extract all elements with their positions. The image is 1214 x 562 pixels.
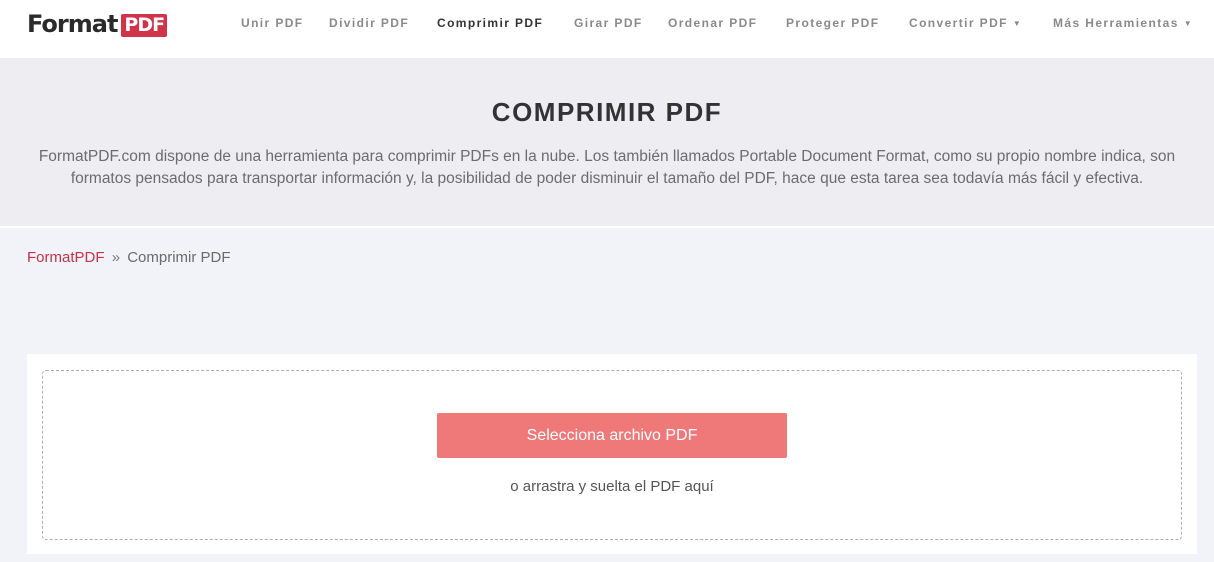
nav-comprimir-pdf[interactable]: Comprimir PDF [437, 16, 543, 32]
section-divider [0, 226, 1214, 228]
hero-section [0, 58, 1214, 226]
nav-mas-herramientas[interactable]: Más Herramientas ▼ [1053, 16, 1192, 32]
logo-word: Format [27, 10, 118, 38]
caret-down-icon: ▼ [1012, 19, 1021, 28]
caret-down-icon: ▼ [1183, 19, 1192, 28]
description-line-1: FormatPDF.com dispone de una herramienta… [38, 148, 1176, 165]
formatpdf-logo[interactable]: Format PDF [27, 10, 168, 38]
nav-convertir-pdf[interactable]: Convertir PDF ▼ [909, 16, 1021, 32]
top-navigation-bar: Format PDF Unir PDF Dividir PDF Comprimi… [0, 0, 1214, 58]
nav-ordenar-pdf[interactable]: Ordenar PDF [668, 16, 757, 32]
breadcrumb-current: Comprimir PDF [127, 249, 231, 266]
logo-pdf-badge: PDF [121, 13, 168, 37]
breadcrumb: FormatPDF » Comprimir PDF [27, 249, 231, 266]
nav-dividir-pdf[interactable]: Dividir PDF [329, 16, 409, 32]
nav-convertir-pdf-label: Convertir PDF [909, 16, 1008, 30]
description-line-2: formatos pensados para transportar infor… [70, 170, 1144, 187]
nav-mas-herramientas-label: Más Herramientas [1053, 16, 1179, 30]
nav-proteger-pdf[interactable]: Proteger PDF [786, 16, 879, 32]
select-pdf-button[interactable]: Selecciona archivo PDF [437, 413, 787, 458]
breadcrumb-separator: » [111, 249, 121, 266]
page-description: FormatPDF.com dispone de una herramienta… [20, 146, 1194, 190]
drag-drop-hint: o arrastra y suelta el PDF aquí [510, 478, 714, 495]
nav-girar-pdf[interactable]: Girar PDF [574, 16, 643, 32]
page-title: COMPRIMIR PDF [491, 97, 723, 127]
breadcrumb-home-link[interactable]: FormatPDF [27, 249, 105, 266]
nav-unir-pdf[interactable]: Unir PDF [241, 16, 304, 32]
